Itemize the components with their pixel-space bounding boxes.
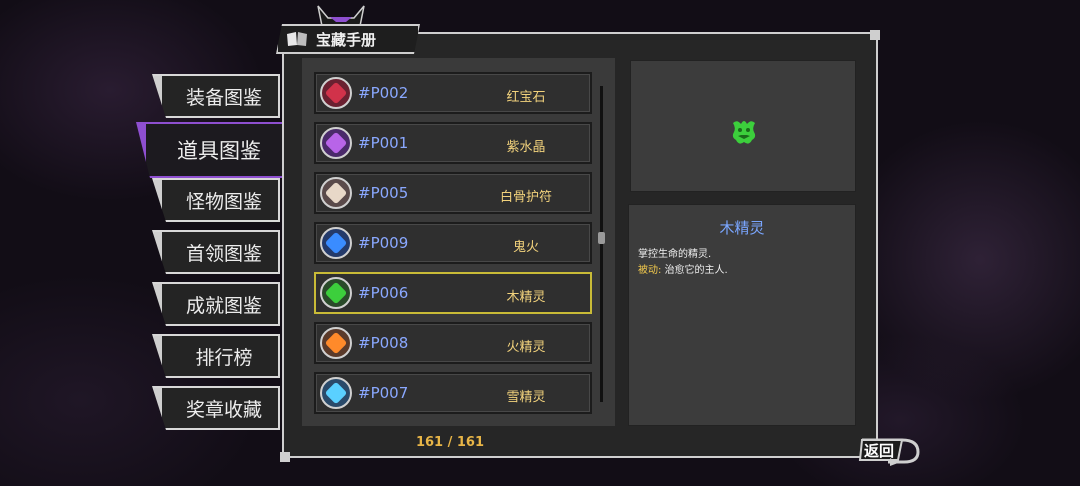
list-item[interactable]: #P005 白骨护符 xyxy=(314,172,592,214)
window-title: 宝藏手册 xyxy=(316,30,377,49)
snow-spirit-icon xyxy=(320,377,352,409)
tab-label: 成就图鉴 xyxy=(185,294,262,317)
item-code: #P005 xyxy=(358,184,409,202)
item-name: 木精灵 xyxy=(506,290,546,305)
item-preview xyxy=(630,60,856,192)
back-button[interactable]: 返回 xyxy=(858,436,924,466)
fire-spirit-icon xyxy=(320,327,352,359)
tab-label: 排行榜 xyxy=(195,346,253,369)
detail-title: 木精灵 xyxy=(719,219,765,237)
item-code: #P008 xyxy=(358,334,409,352)
tab-items[interactable]: 道具图鉴 xyxy=(136,122,286,178)
item-code: #P007 xyxy=(358,384,409,402)
passive-label: 被动: xyxy=(638,265,662,276)
ruby-icon xyxy=(320,77,352,109)
list-item[interactable]: #P009 鬼火 xyxy=(314,222,592,264)
item-name: 红宝石 xyxy=(506,90,546,105)
list-item[interactable]: #P008 火精灵 xyxy=(314,322,592,364)
item-name: 紫水晶 xyxy=(506,140,546,155)
book-icon xyxy=(286,31,308,47)
list-item[interactable]: #P001 紫水晶 xyxy=(314,122,592,164)
list-item[interactable]: #P006 木精灵 xyxy=(314,272,592,314)
corner-ornament xyxy=(280,452,290,462)
item-name: 白骨护符 xyxy=(499,190,552,205)
item-name: 雪精灵 xyxy=(506,390,546,405)
scrollbar-thumb[interactable] xyxy=(598,232,605,244)
title-plate: 宝藏手册 xyxy=(276,24,420,54)
tab-monsters[interactable]: 怪物图鉴 xyxy=(152,178,280,222)
item-counter: 161 / 161 xyxy=(415,435,485,450)
item-code: #P009 xyxy=(358,234,409,252)
wood-spirit-preview-icon xyxy=(732,121,756,144)
amethyst-icon xyxy=(320,127,352,159)
ghost-fire-icon xyxy=(320,227,352,259)
list-item[interactable]: #P002 红宝石 xyxy=(314,72,592,114)
tab-label: 道具图鉴 xyxy=(177,139,261,163)
corner-ornament xyxy=(870,30,880,40)
item-name: 鬼火 xyxy=(512,240,539,255)
item-name: 火精灵 xyxy=(506,340,546,355)
tab-equipment[interactable]: 装备图鉴 xyxy=(152,74,280,118)
item-description: 木精灵 掌控生命的精灵. 被动: 治愈它的主人. xyxy=(628,204,856,426)
item-code: #P002 xyxy=(358,84,409,102)
tab-achievements[interactable]: 成就图鉴 xyxy=(152,282,280,326)
tab-bosses[interactable]: 首领图鉴 xyxy=(152,230,280,274)
list-item[interactable]: #P007 雪精灵 xyxy=(314,372,592,414)
detail-passive: 被动: 治愈它的主人. xyxy=(638,261,728,276)
wood-spirit-icon xyxy=(320,277,352,309)
tab-label: 怪物图鉴 xyxy=(185,190,262,213)
item-code: #P006 xyxy=(358,284,409,302)
tab-medals[interactable]: 奖章收藏 xyxy=(152,386,280,430)
tab-label: 奖章收藏 xyxy=(185,398,262,421)
passive-text: 治愈它的主人. xyxy=(664,265,728,276)
scrollbar-track[interactable] xyxy=(600,86,603,402)
item-code: #P001 xyxy=(358,134,409,152)
detail-description: 掌控生命的精灵. xyxy=(638,249,712,260)
tab-leaderboard[interactable]: 排行榜 xyxy=(152,334,280,378)
back-label: 返回 xyxy=(864,442,895,460)
tab-label: 首领图鉴 xyxy=(185,242,262,265)
bone-charm-icon xyxy=(320,177,352,209)
tab-label: 装备图鉴 xyxy=(185,86,262,109)
